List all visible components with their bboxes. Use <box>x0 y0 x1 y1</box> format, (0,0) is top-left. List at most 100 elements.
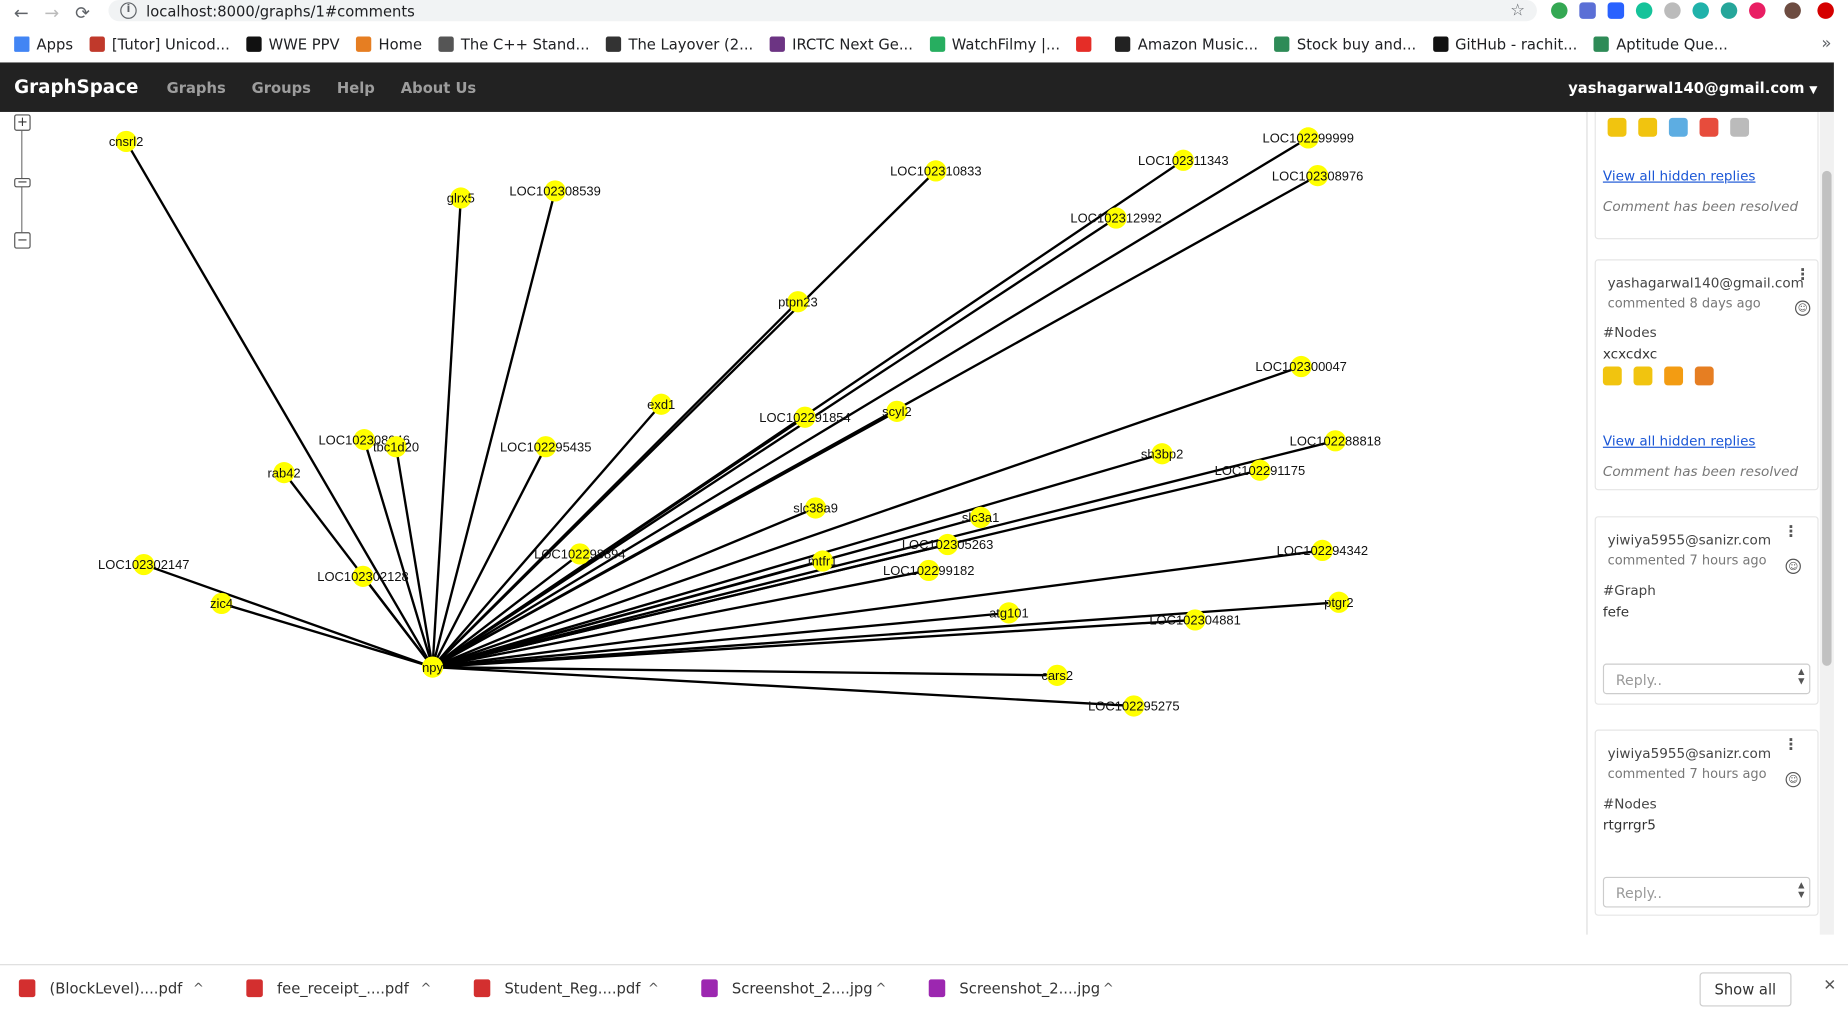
graph-node-label[interactable]: slc3a1 <box>962 510 999 525</box>
kebab-menu-icon[interactable]: ⋮ <box>1783 524 1798 539</box>
reload-icon[interactable]: ⟳ <box>73 4 92 23</box>
extension-pink-icon[interactable] <box>1749 2 1766 19</box>
zoom-in-button[interactable]: + <box>14 114 31 131</box>
bookmark-label[interactable]: The C++ Stand... <box>461 35 590 53</box>
chevron-up-icon[interactable]: ^ <box>421 980 432 995</box>
thumbs-down-icon[interactable] <box>1638 117 1658 137</box>
heart-icon[interactable] <box>1699 117 1719 137</box>
graph-node-label[interactable]: LOC102295435 <box>500 439 591 454</box>
graph-node-label[interactable]: scyl2 <box>882 404 912 419</box>
graph-node-label[interactable]: LOC102291175 <box>1215 463 1306 478</box>
bookmark-item[interactable]: Aptitude Que... <box>1593 35 1728 53</box>
spin-down-icon[interactable]: ▼ <box>1798 890 1804 899</box>
nav-help[interactable]: Help <box>337 78 375 96</box>
graph-node-label[interactable]: LOC102308976 <box>1272 168 1363 183</box>
user-menu[interactable]: yashagarwal140@gmail.com ▼ <box>1568 78 1817 96</box>
graph-node-label[interactable]: LOC102288818 <box>1290 434 1381 449</box>
bookmark-item[interactable]: Home <box>356 35 422 52</box>
extension-guard-icon[interactable] <box>1607 2 1625 19</box>
graph-node-label[interactable]: zic4 <box>210 596 233 611</box>
profile-avatar-icon[interactable] <box>1784 2 1801 19</box>
zoom-out-button[interactable]: − <box>14 232 31 249</box>
bookmarks-more-icon[interactable]: » <box>1821 34 1831 53</box>
resize-handle-icon[interactable]: ▲ ▼ <box>1798 880 1804 899</box>
bookmark-star-icon[interactable]: ☆ <box>1510 1 1525 20</box>
extension-teal-icon[interactable] <box>1692 2 1709 19</box>
eyes-icon[interactable] <box>1730 117 1750 137</box>
thumbs-up-icon[interactable] <box>1607 117 1627 137</box>
download-filename[interactable]: Screenshot_2....jpg <box>959 979 1100 997</box>
graph-node-label[interactable]: ptpn23 <box>778 294 818 309</box>
extension-cloud-icon[interactable] <box>1664 2 1681 19</box>
graph-node-label[interactable]: slc38a9 <box>793 501 838 516</box>
bookmark-label[interactable]: Aptitude Que... <box>1616 35 1728 53</box>
graph-edge[interactable] <box>363 439 434 668</box>
zoom-slider[interactable]: + − − <box>14 114 31 249</box>
graph-canvas[interactable]: npy cnsrl2 glrx5 LOC102308539 LOC102310833 LO… <box>0 111 1586 935</box>
view-hidden-replies-link[interactable]: View all hidden replies <box>1603 433 1756 450</box>
back-icon[interactable]: ← <box>12 4 31 23</box>
graph-edge[interactable] <box>432 611 1009 669</box>
spin-up-icon[interactable]: ▲ <box>1798 880 1804 889</box>
bookmark-item[interactable]: Apps <box>14 35 73 52</box>
chevron-up-icon[interactable]: ^ <box>193 980 204 995</box>
graph-node-label[interactable]: mtfr1 <box>808 554 838 569</box>
bookmark-item[interactable]: Amazon Music... <box>1115 35 1258 52</box>
graph-node-label[interactable]: LOC102299999 <box>1263 131 1354 146</box>
graph-node-label[interactable]: LOC102302128 <box>317 569 408 584</box>
chevron-up-icon[interactable]: ^ <box>875 980 886 995</box>
rocket-icon[interactable] <box>1668 117 1688 137</box>
graph-edge[interactable] <box>432 549 1323 669</box>
extension-translate-icon[interactable] <box>1579 2 1596 19</box>
user-email[interactable]: yashagarwal140@gmail.com <box>1568 78 1804 96</box>
bookmark-label[interactable]: GitHub - rachit... <box>1455 35 1577 53</box>
graph-svg[interactable]: npy cnsrl2 glrx5 LOC102308539 LOC102310833 LO… <box>0 112 1585 935</box>
add-reaction-icon[interactable]: ☺ <box>1795 300 1811 316</box>
resize-handle-icon[interactable]: ▲ ▼ <box>1798 667 1804 686</box>
bookmark-label[interactable]: The Layover (2... <box>628 35 753 53</box>
graph-node-label[interactable]: atg101 <box>989 606 1029 621</box>
download-filename[interactable]: Screenshot_2....jpg <box>732 979 873 997</box>
thumbs-up-icon[interactable] <box>1602 366 1622 386</box>
graph-node-label[interactable]: exd1 <box>647 397 675 412</box>
bookmark-label[interactable]: WWE PPV <box>269 35 340 53</box>
reply-input[interactable]: Reply.. ▲ ▼ <box>1602 663 1811 695</box>
download-item[interactable]: (BlockLevel)....pdf ^ <box>0 978 227 997</box>
nav-graphs[interactable]: Graphs <box>167 78 226 96</box>
download-item[interactable]: Student_Reg....pdf ^ <box>455 978 682 997</box>
graph-edge[interactable] <box>431 136 1309 669</box>
graph-node-label[interactable]: LOC102312992 <box>1070 211 1161 226</box>
brand-logo[interactable]: GraphSpace <box>14 77 138 98</box>
download-filename[interactable]: fee_receipt_....pdf <box>277 979 409 997</box>
comments-panel[interactable]: View all hidden replies Comment has been… <box>1586 111 1834 935</box>
view-hidden-replies-link[interactable]: View all hidden replies <box>1603 167 1756 184</box>
graph-node-label[interactable]: tbc1d20 <box>373 439 419 454</box>
graph-edge[interactable] <box>432 559 823 669</box>
graph-node-label[interactable]: LOC102308539 <box>509 184 600 199</box>
nav-groups[interactable]: Groups <box>252 78 311 96</box>
site-info-icon[interactable]: i <box>120 2 137 19</box>
bookmark-item[interactable]: GitHub - rachit... <box>1432 35 1577 53</box>
graph-edge[interactable] <box>125 140 434 668</box>
bookmark-item[interactable] <box>1076 35 1099 53</box>
graph-node-label[interactable]: LOC102291854 <box>759 410 850 425</box>
graph-node-label[interactable]: LOC102302147 <box>98 557 189 572</box>
laugh-icon[interactable] <box>1664 366 1684 386</box>
graph-edge[interactable] <box>431 197 463 668</box>
bookmark-item[interactable]: The Layover (2... <box>606 35 753 53</box>
graph-edge[interactable] <box>432 665 1134 708</box>
extension-grammarly-icon[interactable] <box>1635 2 1653 19</box>
graph-edge[interactable] <box>431 300 799 668</box>
graph-node-label[interactable]: LOC102298894 <box>534 547 625 562</box>
graph-node-label[interactable]: cnsrl2 <box>109 134 144 149</box>
graph-node-label[interactable]: LOC102311343 <box>1138 153 1229 168</box>
kebab-menu-icon[interactable]: ⋮ <box>1795 268 1810 283</box>
graph-node-label[interactable]: LOC102299182 <box>883 563 974 578</box>
graph-node-label[interactable]: LOC102304881 <box>1149 613 1240 628</box>
kebab-menu-icon[interactable]: ⋮ <box>1783 738 1798 753</box>
bookmark-label[interactable]: [Tutor] Unicod... <box>112 35 230 53</box>
comments-scrollbar[interactable] <box>1819 111 1834 935</box>
show-all-button[interactable]: Show all <box>1699 972 1792 1007</box>
graph-edge[interactable] <box>362 575 434 668</box>
spin-up-icon[interactable]: ▲ <box>1798 667 1804 676</box>
